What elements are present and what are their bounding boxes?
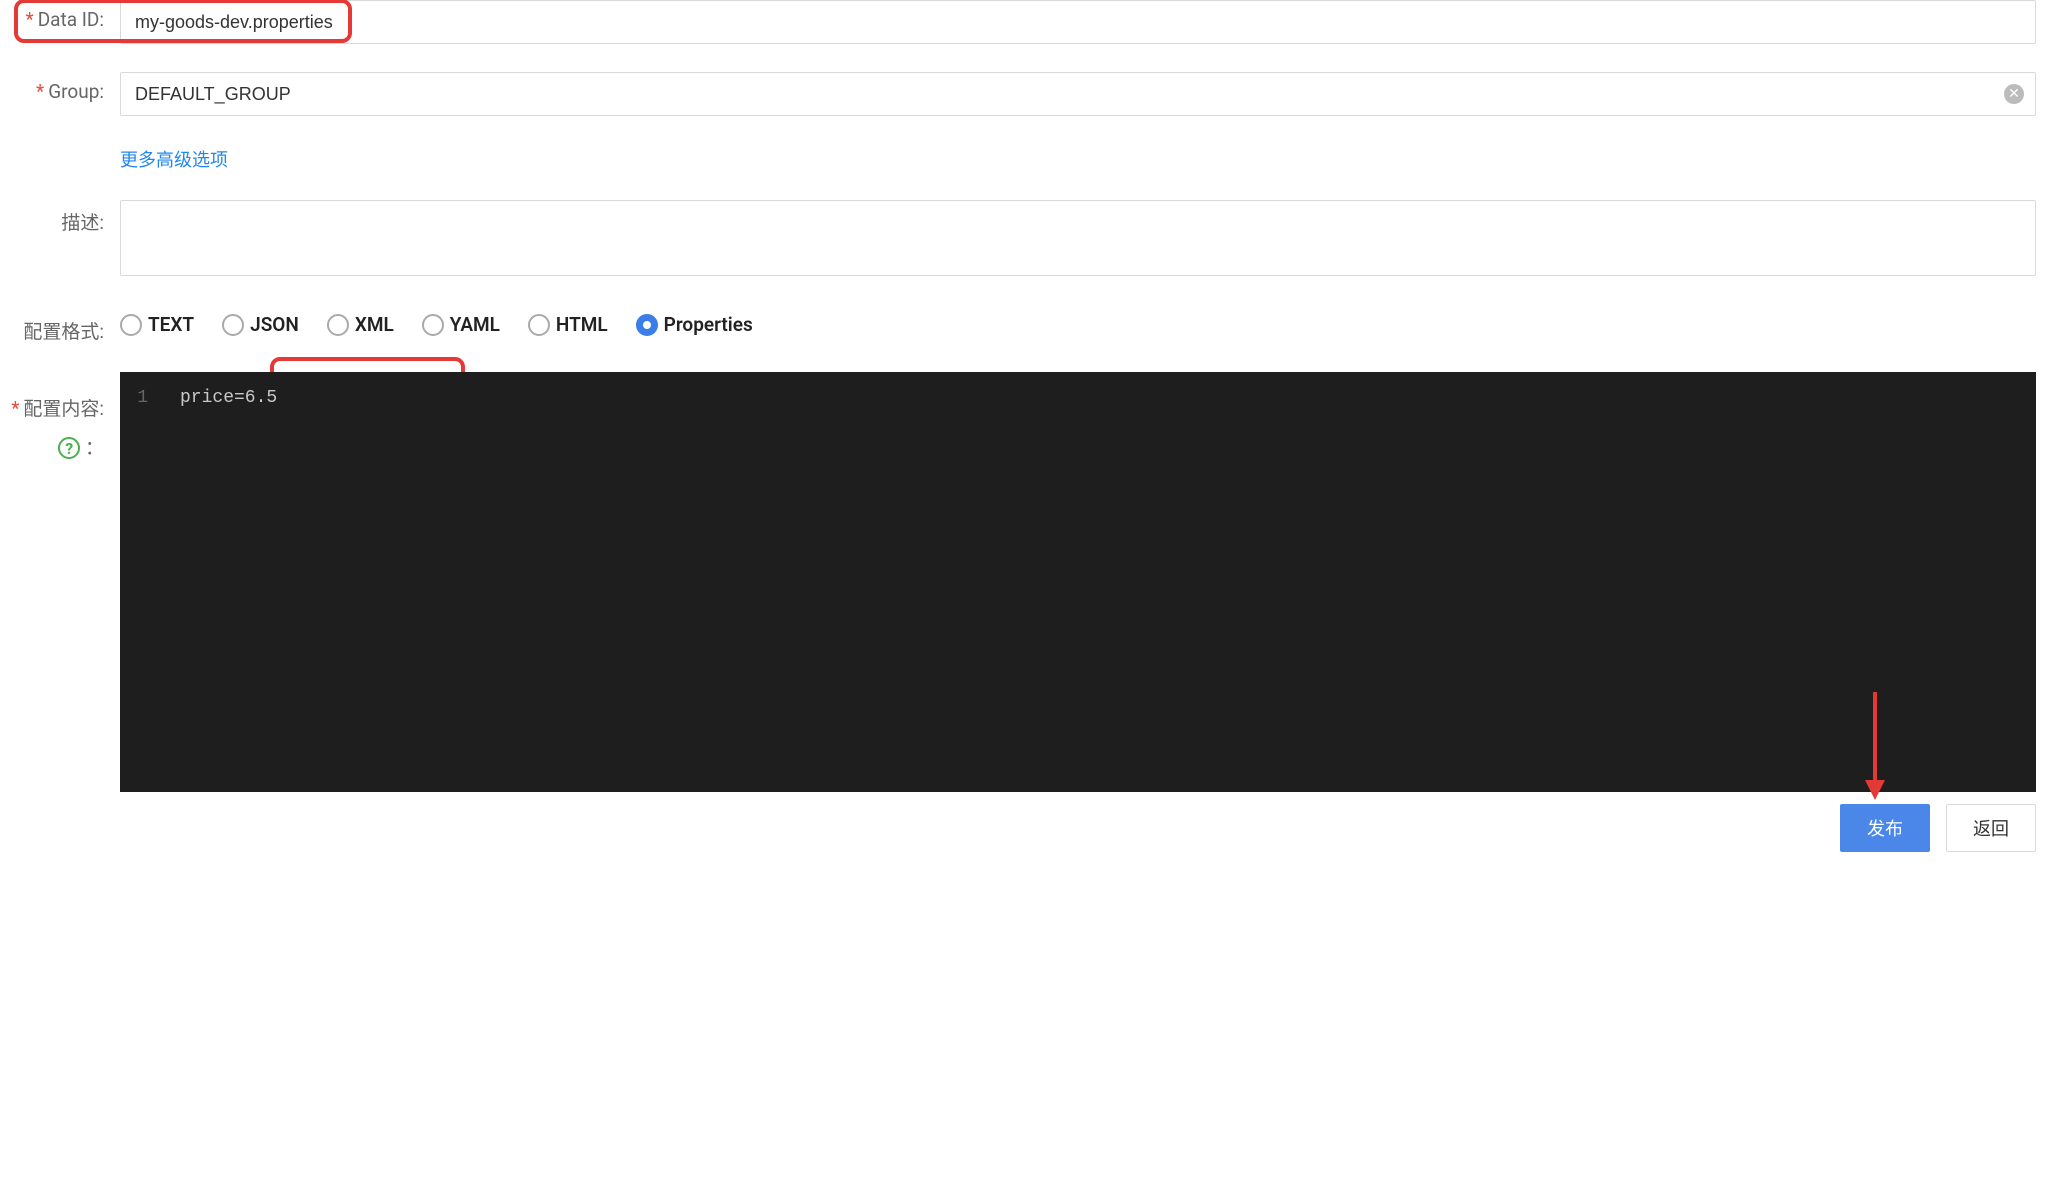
radio-circle-icon bbox=[120, 314, 142, 336]
publish-button[interactable]: 发布 bbox=[1840, 804, 1930, 852]
help-icon[interactable]: ? bbox=[58, 437, 80, 459]
field-group: ✕ bbox=[120, 72, 2066, 116]
radio-label-properties: Properties bbox=[664, 313, 753, 336]
required-marker: * bbox=[11, 397, 19, 420]
radio-circle-icon bbox=[222, 314, 244, 336]
clear-icon[interactable]: ✕ bbox=[2004, 84, 2024, 104]
required-marker: * bbox=[36, 80, 44, 103]
row-data-id: *Data ID: bbox=[0, 0, 2066, 44]
label-group: *Group: bbox=[0, 72, 120, 103]
radio-html[interactable]: HTML bbox=[528, 313, 608, 336]
content-help-line: ? ： bbox=[58, 433, 104, 460]
row-format: 配置格式: TEXT JSON XML YAML HTML bbox=[0, 309, 2066, 344]
content-label-text: 配置内容: bbox=[23, 397, 104, 420]
group-input-wrapper: ✕ bbox=[120, 72, 2036, 116]
radio-yaml[interactable]: YAML bbox=[422, 313, 500, 336]
code-editor[interactable]: 1 price=6.5 bbox=[120, 372, 2036, 792]
data-id-label-text: Data ID: bbox=[38, 8, 104, 31]
help-colon: ： bbox=[85, 436, 104, 459]
radio-properties[interactable]: Properties bbox=[636, 313, 753, 336]
radio-label-text: TEXT bbox=[148, 313, 194, 336]
group-input[interactable] bbox=[120, 72, 2036, 116]
field-format: TEXT JSON XML YAML HTML Properties bbox=[120, 309, 2066, 336]
radio-label-xml: XML bbox=[355, 313, 394, 336]
label-data-id: *Data ID: bbox=[0, 0, 120, 31]
field-data-id bbox=[120, 0, 2066, 44]
format-radio-group: TEXT JSON XML YAML HTML Properties bbox=[120, 309, 2036, 336]
radio-json[interactable]: JSON bbox=[222, 313, 299, 336]
annotation-arrow-icon bbox=[1860, 692, 1890, 802]
field-content: 1 price=6.5 bbox=[120, 372, 2066, 792]
radio-circle-icon bbox=[528, 314, 550, 336]
label-content: *配置内容: ? ： bbox=[0, 372, 120, 460]
radio-xml[interactable]: XML bbox=[327, 313, 394, 336]
label-format: 配置格式: bbox=[0, 309, 120, 344]
back-button[interactable]: 返回 bbox=[1946, 804, 2036, 852]
line-number: 1 bbox=[120, 386, 160, 410]
field-more-options: 更多高级选项 bbox=[120, 144, 2066, 172]
row-group: *Group: ✕ bbox=[0, 72, 2066, 116]
more-options-link[interactable]: 更多高级选项 bbox=[120, 144, 228, 172]
label-description: 描述: bbox=[0, 200, 120, 235]
button-row: 发布 返回 bbox=[0, 792, 2066, 852]
spacer-label bbox=[0, 144, 120, 152]
content-label-line: *配置内容: bbox=[11, 394, 104, 421]
description-textarea[interactable] bbox=[120, 200, 2036, 276]
radio-circle-icon bbox=[636, 314, 658, 336]
data-id-input[interactable] bbox=[120, 0, 2036, 44]
code-line: 1 price=6.5 bbox=[120, 386, 2036, 410]
required-marker: * bbox=[26, 8, 34, 31]
radio-text[interactable]: TEXT bbox=[120, 313, 194, 336]
editor-wrapper: 1 price=6.5 bbox=[120, 372, 2036, 792]
radio-circle-icon bbox=[422, 314, 444, 336]
radio-label-yaml: YAML bbox=[450, 313, 500, 336]
field-description bbox=[120, 200, 2066, 281]
group-label-text: Group: bbox=[48, 80, 104, 103]
row-more-options: 更多高级选项 bbox=[0, 144, 2066, 172]
row-description: 描述: bbox=[0, 200, 2066, 281]
row-content: *配置内容: ? ： 1 price=6.5 bbox=[0, 372, 2066, 792]
content-label-block: *配置内容: ? ： bbox=[0, 394, 104, 460]
radio-circle-icon bbox=[327, 314, 349, 336]
radio-label-json: JSON bbox=[250, 313, 299, 336]
line-text: price=6.5 bbox=[160, 386, 277, 410]
radio-label-html: HTML bbox=[556, 313, 608, 336]
